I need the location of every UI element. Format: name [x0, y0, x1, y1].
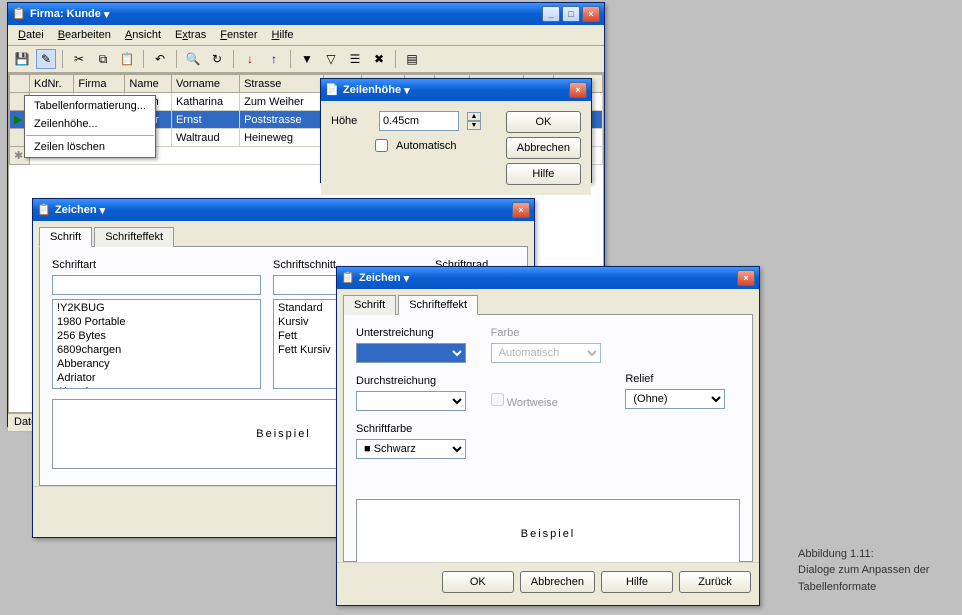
unterstreichung-label: Unterstreichung: [356, 327, 471, 339]
menu-datei[interactable]: Datei: [12, 27, 50, 43]
tb-paste-icon[interactable]: 📋: [117, 49, 137, 69]
height-label: Höhe: [331, 115, 371, 127]
farbe-select: Automatisch: [491, 343, 601, 363]
back-button[interactable]: Zurück: [679, 571, 751, 593]
spinner-down-icon[interactable]: ▼: [467, 121, 481, 130]
col-vorname[interactable]: Vorname: [171, 75, 239, 93]
auto-label: Automatisch: [396, 140, 457, 152]
minimize-button[interactable]: _: [542, 6, 560, 22]
col-kdnr[interactable]: KdNr.: [30, 75, 74, 93]
main-title: Firma: Kunde: [30, 8, 101, 20]
ok-button[interactable]: OK: [442, 571, 514, 593]
tb-undo-icon[interactable]: ↶: [150, 49, 170, 69]
wortweise-checkbox: [491, 393, 504, 406]
dropdown-icon: ▾: [104, 8, 110, 21]
durchstreichung-select[interactable]: [356, 391, 466, 411]
tb-cut-icon[interactable]: ✂: [69, 49, 89, 69]
durchstreichung-label: Durchstreichung: [356, 375, 471, 387]
menu-extras[interactable]: Extras: [169, 27, 212, 43]
tb-edit-icon[interactable]: ✎: [36, 49, 56, 69]
help-button[interactable]: Hilfe: [601, 571, 673, 593]
farbe-label: Farbe: [491, 327, 606, 339]
ok-button[interactable]: OK: [506, 111, 581, 133]
col-firma[interactable]: Firma: [74, 75, 125, 93]
close-button[interactable]: ×: [569, 82, 587, 98]
menu-bearbeiten[interactable]: Bearbeiten: [52, 27, 117, 43]
zeichen2-titlebar[interactable]: 📋 Zeichen ▾ ×: [337, 267, 759, 289]
cancel-button[interactable]: Abbrechen: [520, 571, 595, 593]
tb-sort-desc-icon[interactable]: ↑: [264, 49, 284, 69]
ctx-tabellenformatierung[interactable]: Tabellenformatierung...: [26, 97, 154, 115]
menubar: Datei Bearbeiten Ansicht Extras Fenster …: [8, 25, 604, 46]
spinner-up-icon[interactable]: ▲: [467, 112, 481, 121]
menu-fenster[interactable]: Fenster: [214, 27, 263, 43]
height-input[interactable]: [379, 111, 459, 131]
tab-schrifteffekt[interactable]: Schrifteffekt: [398, 295, 478, 315]
cancel-button[interactable]: Abbrechen: [506, 137, 581, 159]
example-box: Beispiel: [356, 499, 740, 569]
app-icon: 📋: [12, 7, 26, 21]
zeilenhoehe-titlebar[interactable]: 📄 Zeilenhöhe ▾ ×: [321, 79, 591, 101]
schriftart-label: Schriftart: [52, 259, 261, 271]
context-menu: Tabellenformatierung... Zeilenhöhe... Ze…: [24, 95, 156, 158]
dialog-icon: 📄: [325, 83, 339, 97]
ctx-zeilen-loeschen[interactable]: Zeilen löschen: [26, 138, 154, 156]
col-name[interactable]: Name: [125, 75, 172, 93]
unterstreichung-select[interactable]: [356, 343, 466, 363]
dropdown-icon: ▾: [100, 204, 106, 217]
dropdown-icon: ▾: [404, 84, 410, 97]
col-strasse[interactable]: Strasse: [240, 75, 323, 93]
maximize-button[interactable]: □: [562, 6, 580, 22]
tb-nofilter-icon[interactable]: ✖: [369, 49, 389, 69]
tb-find-icon[interactable]: 🔍: [183, 49, 203, 69]
ctx-zeilenhoehe[interactable]: Zeilenhöhe...: [26, 115, 154, 133]
zeilenhoehe-dialog: 📄 Zeilenhöhe ▾ × Höhe ▲ ▼ Automatisch OK…: [320, 78, 592, 183]
dialog-icon: 📋: [341, 271, 355, 285]
toolbar: 💾 ✎ ✂ ⧉ 📋 ↶ 🔍 ↻ ↓ ↑ ▼ ▽ ☰ ✖ ▤: [8, 46, 604, 73]
tb-copy-icon[interactable]: ⧉: [93, 49, 113, 69]
close-button[interactable]: ×: [737, 270, 755, 286]
main-titlebar[interactable]: 📋 Firma: Kunde ▾ _ □ ×: [8, 3, 604, 25]
tab-schrifteffekt[interactable]: Schrifteffekt: [94, 227, 174, 247]
tb-filter3-icon[interactable]: ☰: [345, 49, 365, 69]
menu-hilfe[interactable]: Hilfe: [266, 27, 300, 43]
schriftart-input[interactable]: [52, 275, 261, 295]
tb-filter-icon[interactable]: ▼: [297, 49, 317, 69]
tb-save-icon[interactable]: 💾: [12, 49, 32, 69]
tb-misc-icon[interactable]: ▤: [402, 49, 422, 69]
dialog-icon: 📋: [37, 203, 51, 217]
font-listbox[interactable]: !Y2KBUG 1980 Portable 256 Bytes 6809char…: [52, 299, 261, 389]
tb-sort-asc-icon[interactable]: ↓: [240, 49, 260, 69]
auto-checkbox[interactable]: [375, 139, 388, 152]
zeichen1-titlebar[interactable]: 📋 Zeichen ▾ ×: [33, 199, 534, 221]
tab-schrift[interactable]: Schrift: [39, 227, 92, 247]
relief-label: Relief: [625, 373, 740, 385]
menu-ansicht[interactable]: Ansicht: [119, 27, 167, 43]
schriftfarbe-select[interactable]: ■ Schwarz: [356, 439, 466, 459]
tb-refresh-icon[interactable]: ↻: [207, 49, 227, 69]
wortweise-label: Wortweise: [507, 397, 558, 409]
dropdown-icon: ▾: [404, 272, 410, 285]
zeichen-effekt-dialog: 📋 Zeichen ▾ × Schrift Schrifteffekt Unte…: [336, 266, 760, 606]
schriftfarbe-label: Schriftfarbe: [356, 423, 471, 435]
close-button[interactable]: ×: [582, 6, 600, 22]
figure-caption: Abbildung 1.11: Dialoge zum Anpassen der…: [798, 546, 958, 596]
relief-select[interactable]: (Ohne): [625, 389, 725, 409]
close-button[interactable]: ×: [512, 202, 530, 218]
help-button[interactable]: Hilfe: [506, 163, 581, 185]
tb-filter2-icon[interactable]: ▽: [321, 49, 341, 69]
tab-schrift[interactable]: Schrift: [343, 295, 396, 315]
